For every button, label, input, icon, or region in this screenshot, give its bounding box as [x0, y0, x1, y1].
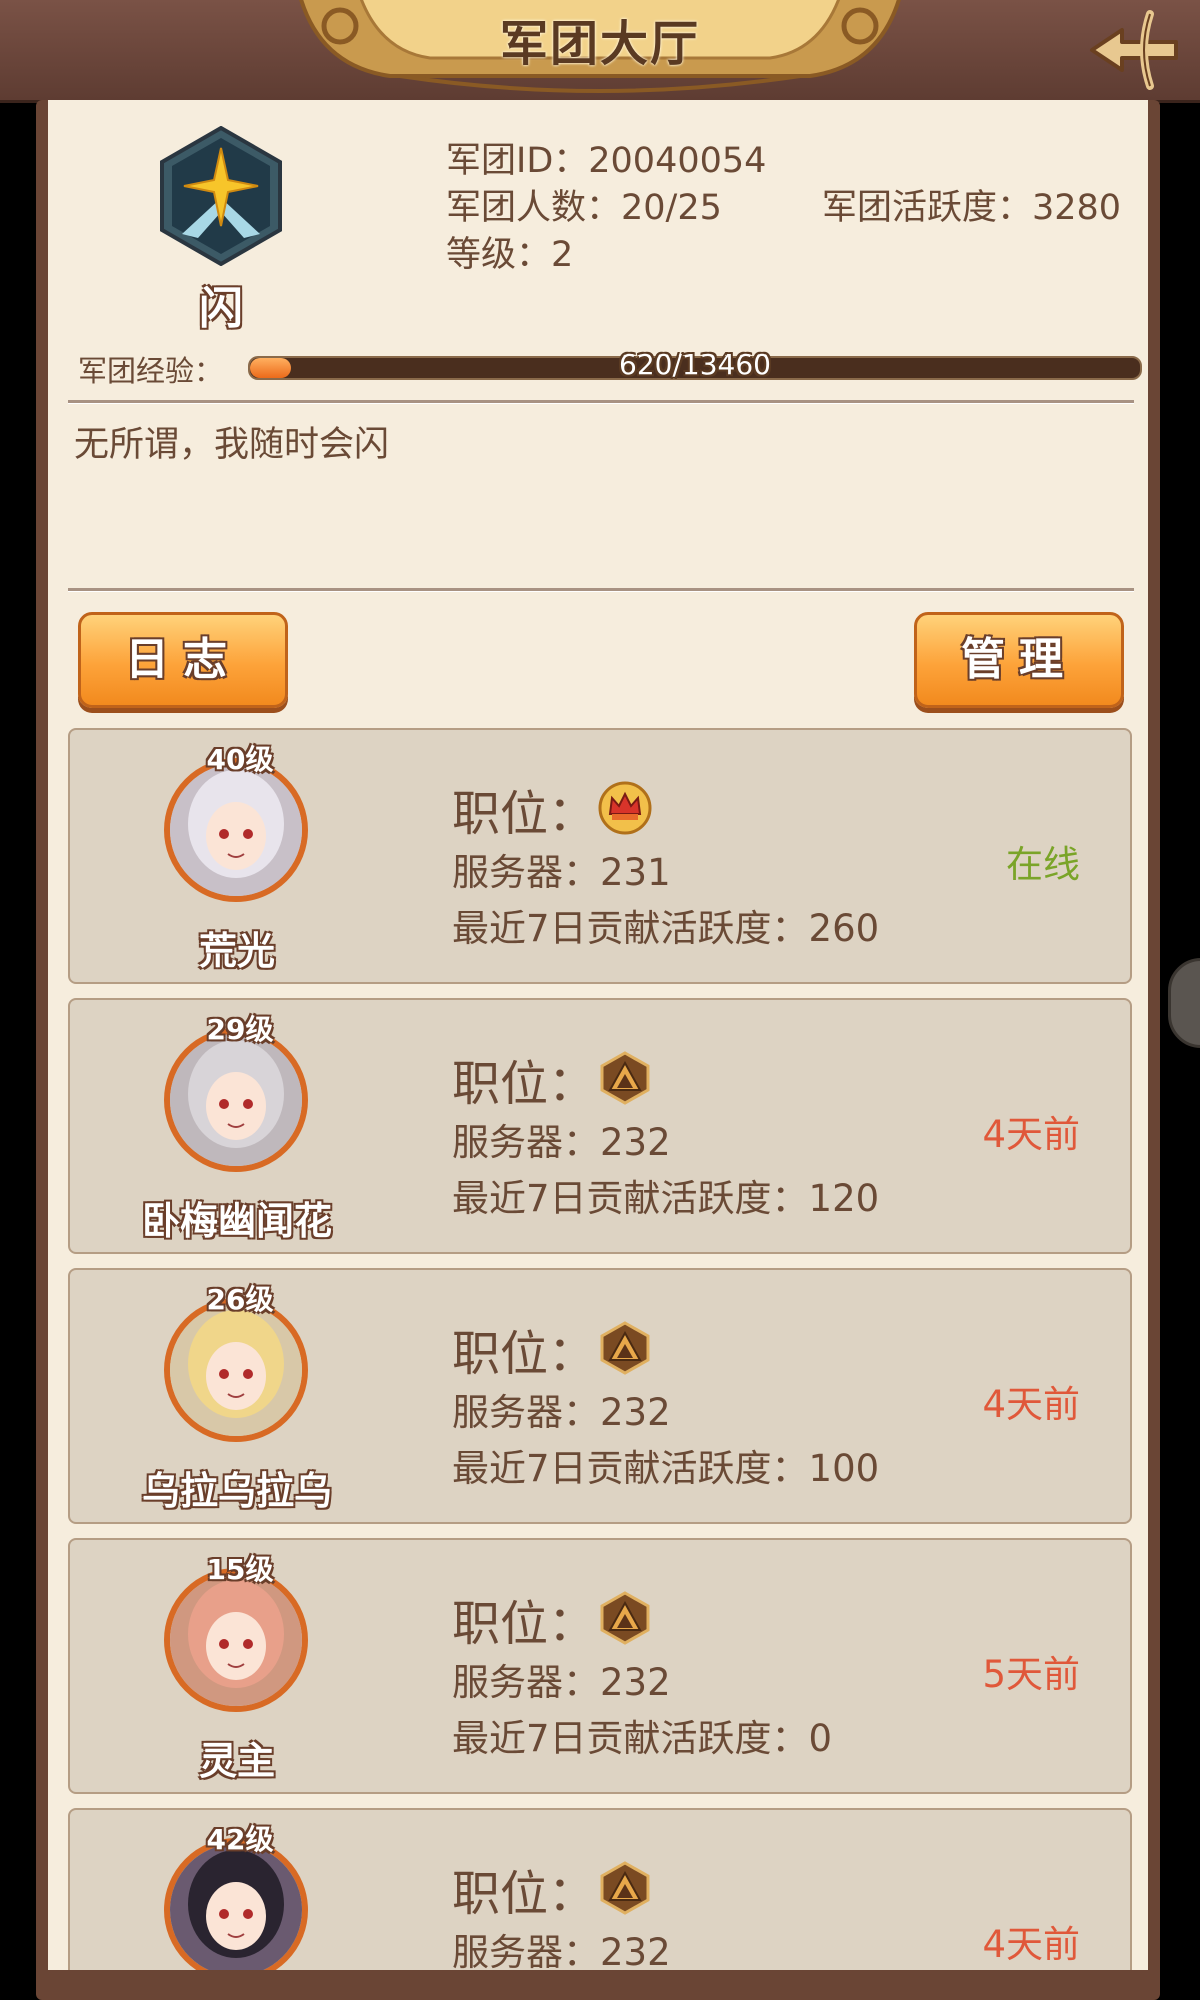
member-server: 服务器：232	[452, 1391, 671, 1434]
member-status: 5天前	[982, 1653, 1080, 1696]
position-label: 职位：	[452, 1596, 597, 1652]
member-name: 灵主	[198, 1739, 275, 1783]
exp-label: 军团经验：	[78, 354, 224, 388]
member-status: 4天前	[982, 1923, 1080, 1966]
page-title: 军团大厅	[499, 16, 700, 72]
arrow-back-icon[interactable]	[1080, 0, 1190, 100]
member-row[interactable]: 42级 职位： 服务器：232 4天前	[68, 1808, 1132, 1970]
member-rank-icon	[600, 1051, 650, 1105]
member-activity: 最近7日贡献活跃度：100	[452, 1447, 880, 1490]
position-label: 职位：	[452, 1056, 597, 1112]
member-row[interactable]: 15级 灵主 职位： 服务器：232 最近7日贡献活跃度：0 5天前	[68, 1538, 1132, 1794]
member-name: 卧梅幽闻花	[141, 1199, 332, 1243]
divider	[68, 588, 1134, 592]
guild-panel: 闪 军团ID：20040054 军团人数：20/25 军团活跃度：3280 等级…	[48, 100, 1148, 1970]
member-row[interactable]: 40级 荒光 职位： 服务器：231 最近7日贡献活跃度：260 在线	[68, 728, 1132, 984]
member-server: 服务器：232	[452, 1931, 671, 1970]
member-activity: 最近7日贡献活跃度：0	[452, 1717, 833, 1760]
member-status: 4天前	[982, 1383, 1080, 1426]
avatar	[164, 1298, 308, 1442]
guild-member-count: 军团人数：20/25	[446, 188, 722, 228]
member-activity: 最近7日贡献活跃度：120	[452, 1177, 880, 1220]
member-status: 4天前	[982, 1113, 1080, 1156]
star-emblem-icon	[160, 126, 282, 266]
member-row[interactable]: 26级 乌拉乌拉乌 职位： 服务器：232 最近7日贡献活跃度：100 4天前	[68, 1268, 1132, 1524]
log-button[interactable]: 日志	[78, 612, 288, 708]
member-row[interactable]: 29级 卧梅幽闻花 职位： 服务器：232 最近7日贡献活跃度：120 4天前	[68, 998, 1132, 1254]
guild-level: 等级：2	[446, 235, 574, 275]
member-level: 29级	[206, 1013, 274, 1046]
avatar	[164, 1568, 308, 1712]
guild-motto: 无所谓，我随时会闪	[74, 425, 390, 465]
member-status: 在线	[1006, 843, 1080, 886]
member-activity: 最近7日贡献活跃度：260	[452, 907, 880, 950]
member-level: 15级	[206, 1553, 274, 1586]
top-bar: 军团大厅	[0, 0, 1200, 103]
exp-value: 620/13460	[619, 348, 771, 381]
position-label: 职位：	[452, 1866, 597, 1922]
avatar	[164, 758, 308, 902]
member-rank-icon	[600, 1861, 650, 1915]
member-server: 服务器：232	[452, 1121, 671, 1164]
member-rank-icon	[600, 1591, 650, 1645]
crown-leader-icon	[598, 781, 652, 835]
avatar	[164, 1028, 308, 1172]
member-name: 荒光	[198, 929, 275, 973]
member-server: 服务器：232	[452, 1661, 671, 1704]
position-label: 职位：	[452, 786, 597, 842]
member-level: 40级	[206, 743, 274, 776]
member-server: 服务器：231	[452, 851, 671, 894]
side-handle[interactable]	[1168, 958, 1200, 1048]
manage-button[interactable]: 管理	[914, 612, 1124, 708]
member-name: 乌拉乌拉乌	[141, 1469, 332, 1513]
member-level: 26级	[206, 1283, 274, 1316]
position-label: 职位：	[452, 1326, 597, 1382]
guild-activity: 军团活跃度：3280	[822, 188, 1122, 228]
divider	[68, 400, 1134, 404]
guild-id: 军团ID：20040054	[446, 141, 767, 181]
member-rank-icon	[600, 1321, 650, 1375]
member-level: 42级	[206, 1823, 274, 1856]
guild-name: 闪	[199, 283, 243, 334]
